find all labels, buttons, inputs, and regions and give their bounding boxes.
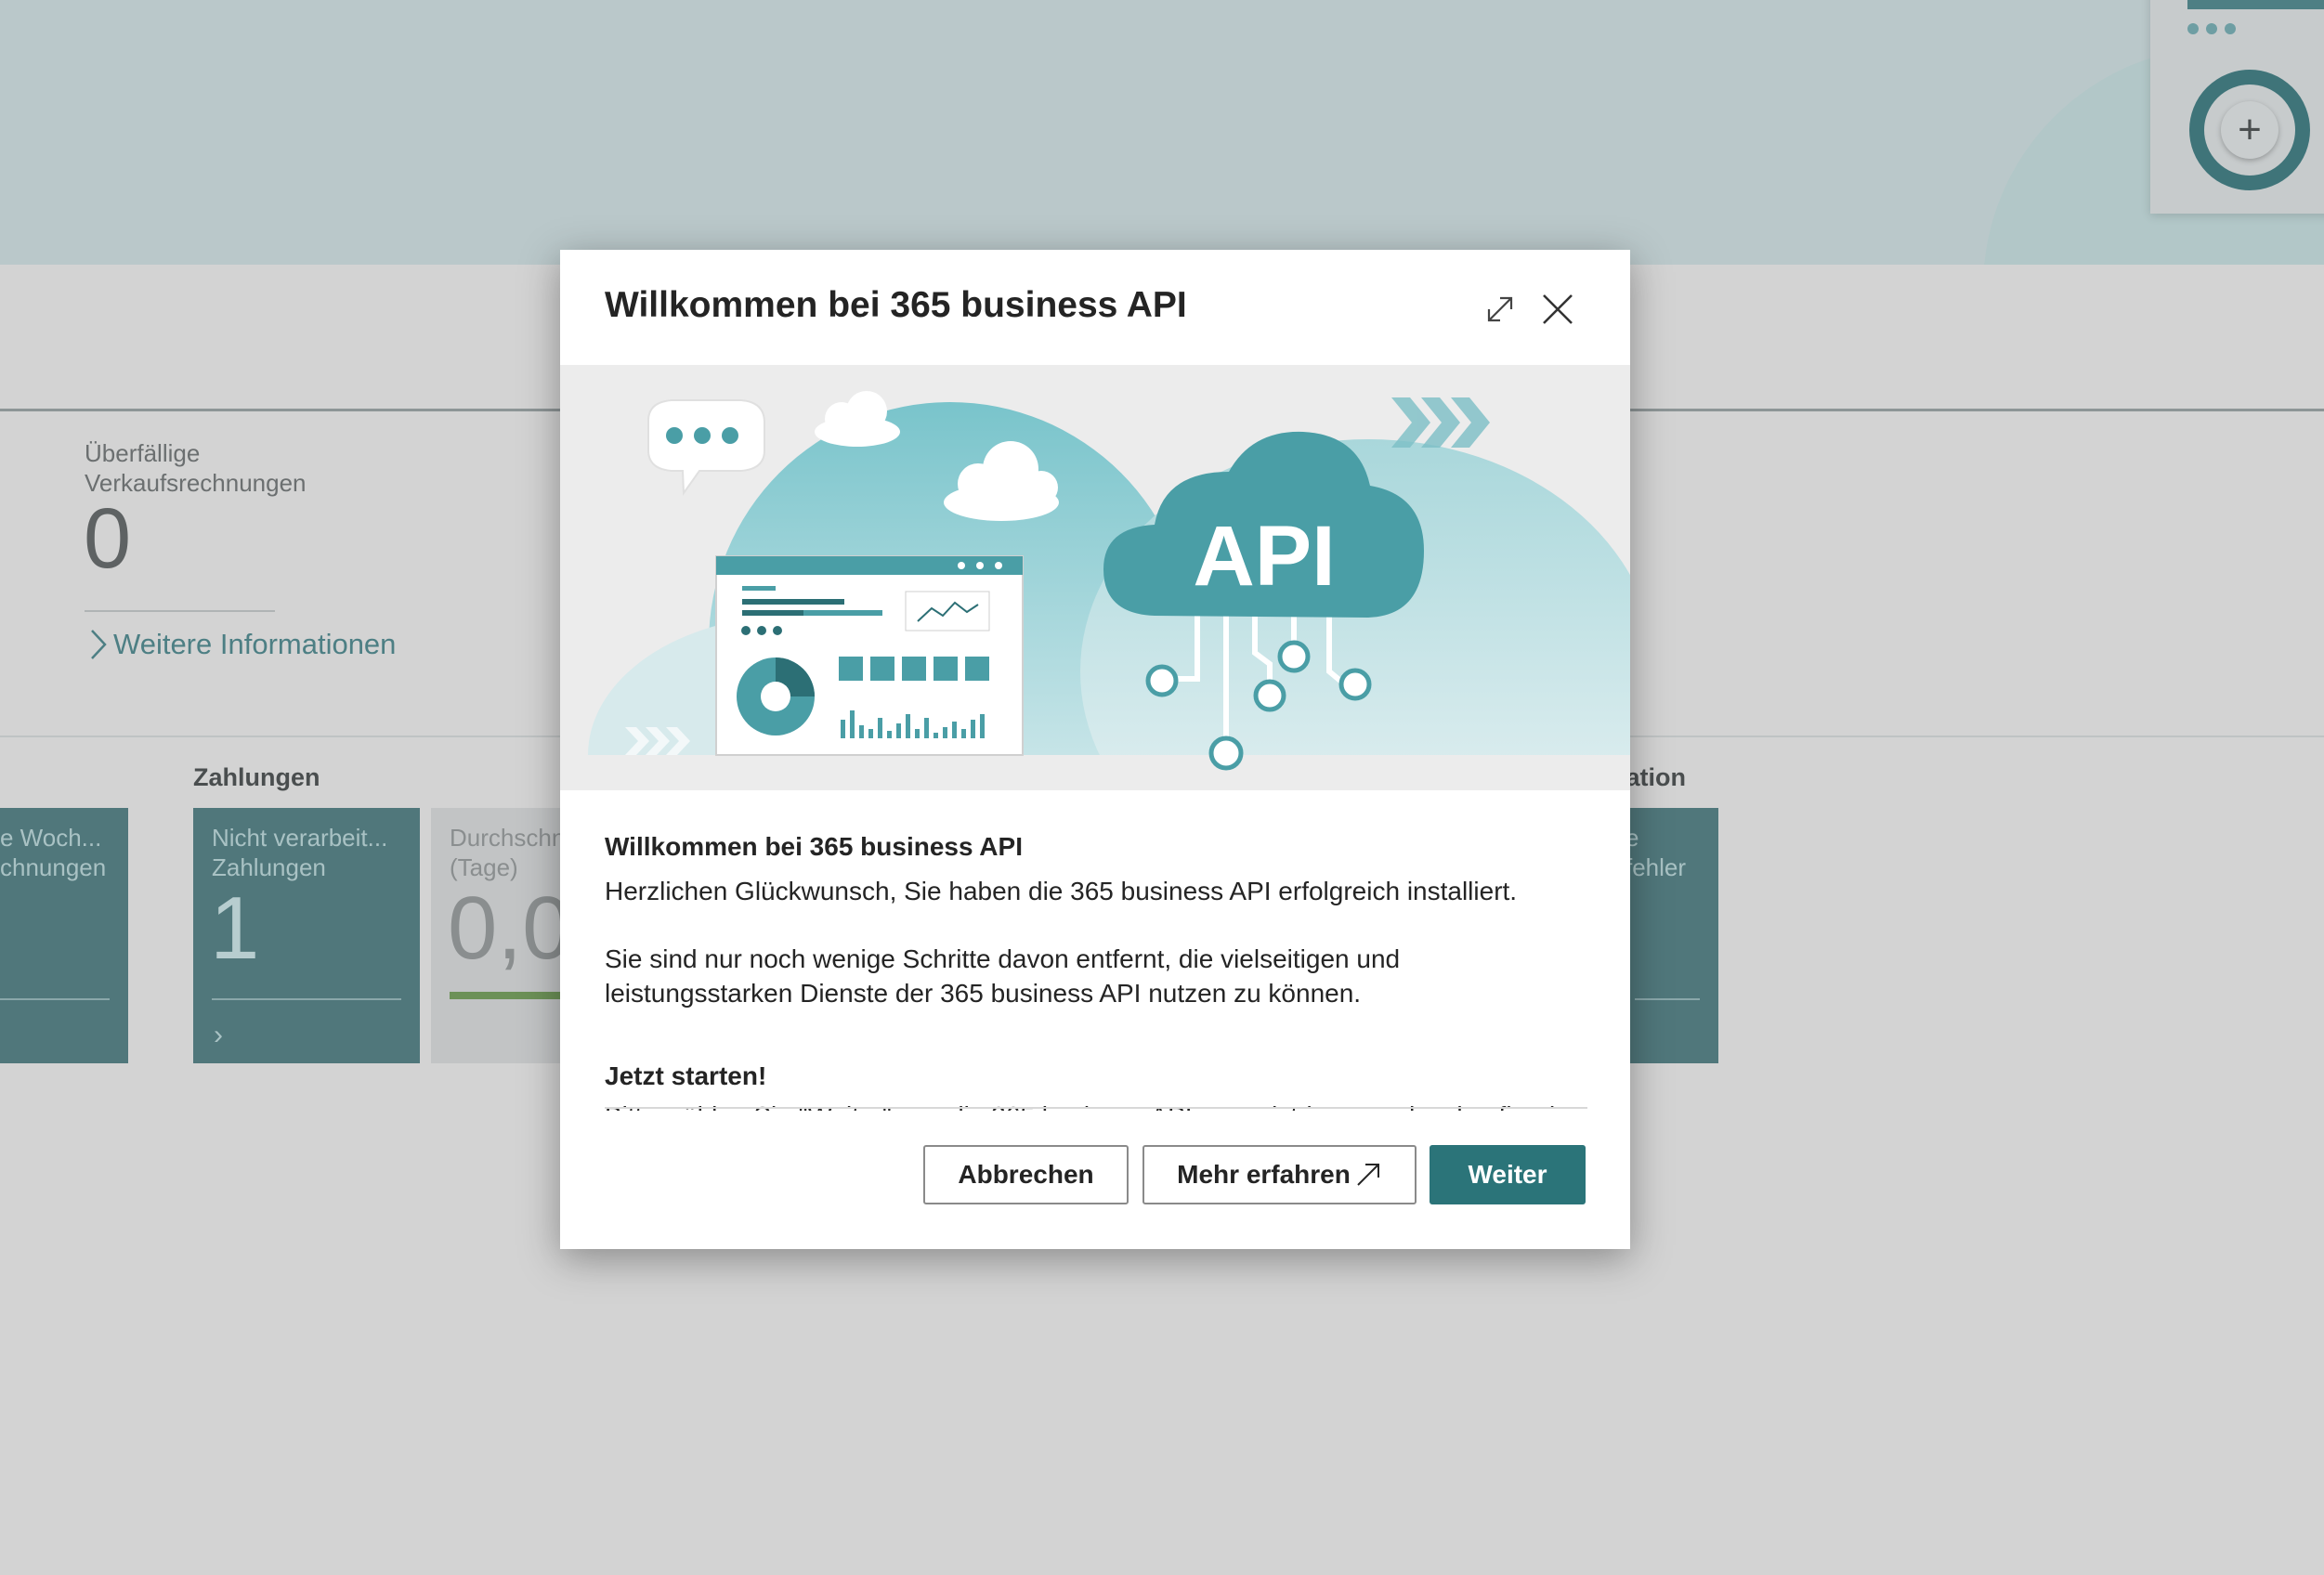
dashboard-window-illustration xyxy=(715,555,1024,756)
tile-unprocessed-payments[interactable]: Nicht verarbeit... Zahlungen 1 › xyxy=(193,808,420,1063)
content-heading: Willkommen bei 365 business API xyxy=(605,832,1023,861)
tile-rule xyxy=(212,998,401,1000)
tile-title-line1: e Woch... xyxy=(0,824,102,852)
tile-rule xyxy=(1635,998,1700,1000)
expand-icon[interactable] xyxy=(1482,291,1519,328)
dialog-title: Willkommen bei 365 business API xyxy=(605,285,1187,325)
more-info-link[interactable]: Weitere Informationen xyxy=(89,628,396,661)
close-icon[interactable] xyxy=(1539,291,1576,328)
next-button[interactable]: Weiter xyxy=(1430,1145,1586,1204)
dialog-content-scroll[interactable]: Willkommen bei 365 business API Herzlich… xyxy=(605,818,1587,1111)
chevrons-decoration xyxy=(1391,397,1490,448)
hero-api-label: API xyxy=(1193,509,1335,604)
api-cloud-illustration: API xyxy=(560,391,1630,790)
tile-value: 0,0 xyxy=(448,879,572,978)
external-link-icon xyxy=(1357,1164,1379,1186)
chat-bubble-icon xyxy=(647,399,765,496)
corner-widget-bar xyxy=(2187,0,2324,9)
tile-average-days[interactable]: Durchschn (Tage) 0,0 xyxy=(431,808,580,1063)
tile-title-line1: Nicht verarbeit... xyxy=(212,824,388,852)
chevron-right-icon: › xyxy=(214,1020,223,1050)
kpi-rule xyxy=(85,610,275,612)
more-info-label: Weitere Informationen xyxy=(113,628,397,660)
page-header-banner xyxy=(0,0,2324,265)
content-steps-text: Sie sind nur noch wenige Schritte davon … xyxy=(605,944,1401,1008)
add-icon[interactable]: + xyxy=(2221,101,2278,159)
content-congrats: Herzlichen Glückwunsch, Sie haben die 36… xyxy=(605,877,1518,905)
tile-weekly-invoices[interactable]: e Woch... chnungen xyxy=(0,808,128,1063)
corner-widget-dots xyxy=(2187,23,2236,34)
tile-errors[interactable]: e fehler xyxy=(1616,808,1718,1063)
tile-value: 1 xyxy=(210,879,260,978)
tile-rule xyxy=(0,998,110,1000)
content-start-heading: Jetzt starten! xyxy=(605,1061,767,1090)
kpi-title: Überfällige Verkaufsrechnungen xyxy=(85,439,307,497)
tile-title-line2: fehler xyxy=(1625,853,1687,881)
learn-more-button[interactable]: Mehr erfahren xyxy=(1142,1145,1417,1204)
content-divider xyxy=(605,1107,1587,1109)
section-label-payments: Zahlungen xyxy=(193,763,320,791)
content-start-text: Bitte wählen Sie "Weiter", um die 365 bu… xyxy=(605,1099,1587,1111)
tile-title-line2: chnungen xyxy=(0,853,107,881)
tile-title-line1: Durchschn xyxy=(450,824,566,852)
kpi-value: 0 xyxy=(84,491,132,586)
hero-illustration: API xyxy=(560,365,1630,790)
cancel-button[interactable]: Abbrechen xyxy=(923,1145,1129,1204)
tile-title-line1: e xyxy=(1625,824,1639,852)
corner-widget: + xyxy=(2150,0,2324,214)
learn-more-label: Mehr erfahren xyxy=(1177,1160,1351,1189)
chevron-right-icon xyxy=(91,630,107,659)
